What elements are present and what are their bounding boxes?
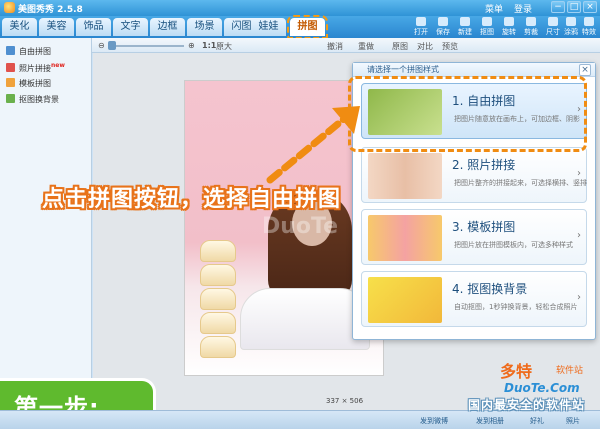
save-button[interactable]: 保存 [432, 17, 454, 37]
template-collage-icon [6, 78, 15, 87]
option-cutout-background[interactable]: 4. 抠图换背景 自动抠图，1秒钟换背景，轻松合成照片 › [361, 271, 587, 327]
open-button[interactable]: 打开 [410, 17, 432, 37]
zoom-slider[interactable] [114, 45, 184, 47]
option-title: 3. 模板拼图 [452, 220, 516, 234]
tab-accessory[interactable]: 饰品 [76, 18, 111, 36]
free-collage-icon [6, 46, 15, 55]
image-dimensions: 337 × 506 [326, 397, 364, 405]
photo-joint-thumbnail [368, 153, 442, 199]
tab-collage[interactable]: 拼图 [287, 15, 328, 39]
share-album-button[interactable]: 发到相册 [476, 416, 504, 426]
chevron-right-icon: › [577, 168, 581, 179]
zoom-out-icon[interactable]: ⊖ [98, 41, 105, 50]
main-toolbar: 美化 美容 饰品 文字 边框 场景 闪图 娃娃 拼图 打开 保存 新建 抠图 旋… [0, 15, 600, 39]
option-photo-joint[interactable]: 2. 照片拼接 把图片整齐的拼接起来，可选择横排、竖排 › [361, 147, 587, 203]
title-bar: 美图秀秀 2.5.8 菜单 登录 − □ × [0, 0, 600, 16]
sparkle-icon [584, 17, 594, 26]
new-file-icon [460, 17, 470, 26]
window-title: 美图秀秀 2.5.8 [18, 5, 83, 15]
sidebar-item-template-collage[interactable]: 模板拼图 [6, 78, 51, 90]
app-logo-icon [4, 2, 15, 13]
new-badge: new [51, 62, 65, 69]
minimize-button[interactable]: − [551, 1, 565, 13]
menu-link[interactable]: 菜单 [485, 2, 503, 15]
brush-icon [566, 17, 576, 26]
rotate-button[interactable]: 旋转 [498, 17, 520, 37]
option-description: 把图片放在拼图模板内，可选多种样式 [454, 241, 573, 249]
site-brand: 多特 [500, 362, 533, 381]
site-slogan: 国内最安全的软件站 [468, 398, 586, 412]
option-title: 2. 照片拼接 [452, 158, 516, 172]
login-link[interactable]: 登录 [514, 2, 532, 15]
folder-icon [416, 17, 426, 26]
template-collage-thumbnail [368, 215, 442, 261]
close-window-button[interactable]: × [583, 1, 597, 13]
crop-icon [526, 17, 536, 26]
chevron-right-icon: › [577, 292, 581, 303]
crop-button[interactable]: 剪裁 [520, 17, 542, 37]
resize-icon [548, 17, 558, 26]
zoom-slider-handle[interactable] [108, 41, 116, 50]
chevron-right-icon: › [577, 230, 581, 241]
cutout-background-icon [6, 94, 15, 103]
panel-heading: 请选择一个拼图样式 [353, 63, 595, 77]
maximize-button[interactable]: □ [567, 1, 581, 13]
highlight-frame [348, 76, 587, 152]
tab-doll[interactable]: 娃娃 [251, 18, 286, 36]
site-brand-sub: 软件站 [556, 366, 584, 376]
option-title: 4. 抠图换背景 [452, 282, 528, 296]
panel-close-button[interactable]: × [579, 64, 591, 76]
sidebar-item-free-collage[interactable]: 自由拼图 [6, 46, 51, 58]
zoom-ratio: 1:1 [202, 41, 217, 50]
photo-joint-icon [6, 63, 15, 72]
zoom-in-icon[interactable]: ⊕ [188, 41, 195, 50]
tab-face[interactable]: 美容 [39, 18, 74, 36]
sidebar-item-cutout-background[interactable]: 抠图换背景 [6, 94, 59, 106]
tab-text[interactable]: 文字 [113, 18, 148, 36]
model-dress-image [240, 288, 370, 350]
photo-watermark: DuoTe [262, 214, 339, 239]
preview-button[interactable]: 预览 [442, 41, 458, 52]
original-button[interactable]: 原图 [392, 41, 408, 52]
canvas-toolbar: ⊖ ⊕ 1:1 原大 撤消 重做 原图 对比 预览 [92, 38, 600, 53]
tab-scene[interactable]: 场景 [187, 18, 222, 36]
gift-button[interactable]: 好礼 [530, 416, 544, 426]
collage-sidebar: 自由拼图 照片拼接new 模板拼图 抠图换背景 [0, 38, 92, 410]
option-template-collage[interactable]: 3. 模板拼图 把图片放在拼图模板内，可选多种样式 › [361, 209, 587, 265]
option-description: 把图片整齐的拼接起来，可选择横排、竖排 [454, 179, 587, 187]
photo-button[interactable]: 照片 [566, 416, 580, 426]
sidebar-item-photo-joint[interactable]: 照片拼接new [6, 62, 65, 74]
rotate-icon [504, 17, 514, 26]
undo-button[interactable]: 撤消 [327, 41, 343, 52]
new-button[interactable]: 新建 [454, 17, 476, 37]
effects-button[interactable]: 特效 [578, 17, 600, 37]
instruction-text: 点击拼图按钮，选择自由拼图 [42, 187, 342, 212]
compare-button[interactable]: 对比 [417, 41, 433, 52]
cutout-icon [482, 17, 492, 26]
redo-button[interactable]: 重做 [358, 41, 374, 52]
cutout-button[interactable]: 抠图 [476, 17, 498, 37]
tab-border[interactable]: 边框 [150, 18, 185, 36]
cutout-background-thumbnail [368, 277, 442, 323]
dashed-arrow-icon [266, 106, 360, 184]
tab-beautify[interactable]: 美化 [2, 18, 37, 36]
cupcake-stack-image [200, 240, 236, 366]
option-description: 自动抠图，1秒钟换背景，轻松合成照片 [454, 303, 578, 311]
site-url: DuoTe.Com [504, 381, 580, 395]
save-icon [438, 17, 448, 26]
actual-size-button[interactable]: 原大 [216, 41, 232, 52]
share-weibo-button[interactable]: 发到微博 [420, 416, 448, 426]
